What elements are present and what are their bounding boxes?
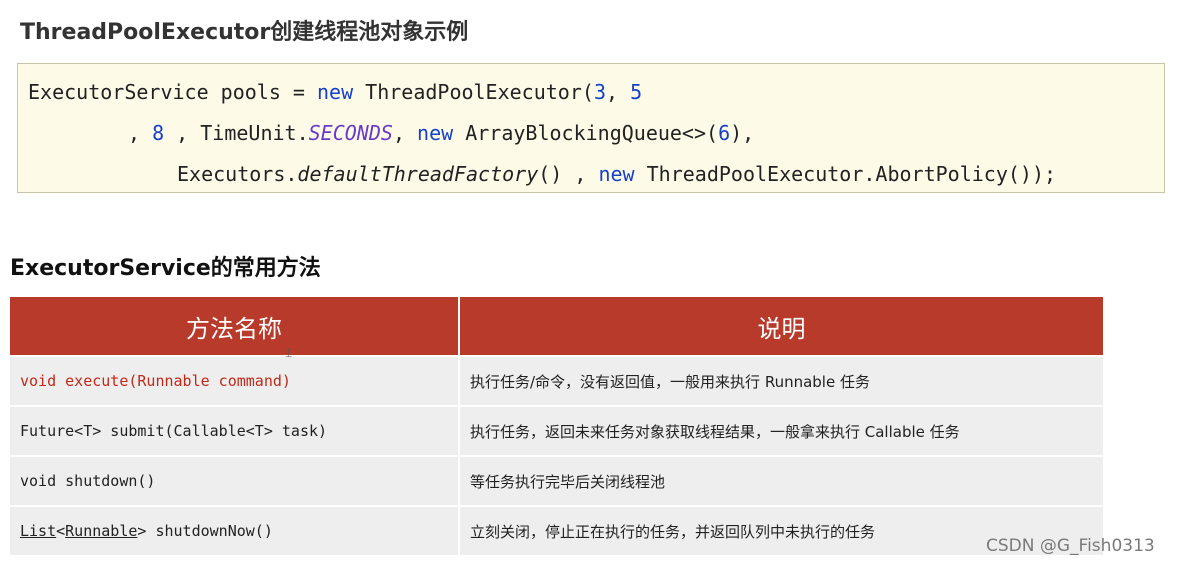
method-token-list: List bbox=[20, 522, 57, 540]
section-title-methods: ExecutorService的常用方法 bbox=[10, 256, 321, 281]
code-token: , bbox=[392, 121, 418, 145]
table-row: void execute(Runnable command) 执行任务/命令，没… bbox=[10, 355, 1103, 405]
code-keyword-new: new bbox=[598, 162, 635, 186]
code-constant: SECONDS bbox=[308, 121, 393, 145]
code-token: ), bbox=[730, 121, 755, 145]
table-row: Future<T> submit(Callable<T> task) 执行任务，… bbox=[10, 405, 1103, 455]
code-line-1: ExecutorService pools = new ThreadPoolEx… bbox=[28, 80, 642, 104]
code-token: ArrayBlockingQueue<>( bbox=[453, 121, 719, 145]
code-line-3: Executors.defaultThreadFactory() , new T… bbox=[177, 162, 1056, 186]
code-number: 8 bbox=[152, 121, 165, 145]
description-cell: 等任务执行完毕后关闭线程池 bbox=[460, 455, 1103, 505]
code-number: 3 bbox=[593, 80, 606, 104]
code-keyword-new: new bbox=[417, 121, 454, 145]
method-cell: Future<T> submit(Callable<T> task) bbox=[10, 405, 460, 455]
code-token: , TimeUnit. bbox=[164, 121, 309, 145]
code-token: , bbox=[605, 80, 631, 104]
code-number: 5 bbox=[630, 80, 643, 104]
code-keyword-new: new bbox=[316, 80, 354, 104]
code-token: ExecutorService pools = bbox=[28, 80, 317, 104]
method-cell: void execute(Runnable command) bbox=[10, 355, 460, 405]
text-cursor-icon: ⌶ bbox=[285, 346, 293, 360]
code-block: ExecutorService pools = new ThreadPoolEx… bbox=[17, 63, 1165, 193]
method-cell: List<Runnable> shutdownNow() bbox=[10, 505, 460, 555]
code-token: () , bbox=[538, 162, 599, 186]
description-cell: 执行任务/命令，没有返回值，一般用来执行 Runnable 任务 bbox=[460, 355, 1103, 405]
watermark: CSDN @G_Fish0313 bbox=[986, 536, 1155, 556]
method-token: > shutdownNow() bbox=[137, 522, 273, 540]
method-token: < bbox=[56, 522, 66, 540]
description-cell: 执行任务，返回未来任务对象获取线程结果，一般拿来执行 Callable 任务 bbox=[460, 405, 1103, 455]
code-line-2: , 8 , TimeUnit.SECONDS, new ArrayBlockin… bbox=[128, 121, 754, 145]
table-row: void shutdown() 等任务执行完毕后关闭线程池 bbox=[10, 455, 1103, 505]
table-row: List<Runnable> shutdownNow() 立刻关闭，停止正在执行… bbox=[10, 505, 1103, 555]
header-description: 说明 bbox=[460, 297, 1103, 355]
code-number: 6 bbox=[718, 121, 731, 145]
methods-table: 方法名称 说明 void execute(Runnable command) 执… bbox=[10, 297, 1103, 555]
code-token: ThreadPoolExecutor.AbortPolicy()); bbox=[634, 162, 1057, 186]
method-token-runnable: Runnable bbox=[65, 522, 138, 540]
section-title-threadpool: ThreadPoolExecutor创建线程池对象示例 bbox=[20, 20, 469, 45]
code-token: ThreadPoolExecutor( bbox=[353, 80, 594, 104]
code-static-method: defaultThreadFactory bbox=[297, 162, 539, 186]
method-cell: void shutdown() bbox=[10, 455, 460, 505]
header-method-name: 方法名称 bbox=[10, 297, 460, 355]
table-header-row: 方法名称 说明 bbox=[10, 297, 1103, 355]
code-token: , bbox=[128, 121, 153, 145]
code-token: Executors. bbox=[177, 162, 298, 186]
